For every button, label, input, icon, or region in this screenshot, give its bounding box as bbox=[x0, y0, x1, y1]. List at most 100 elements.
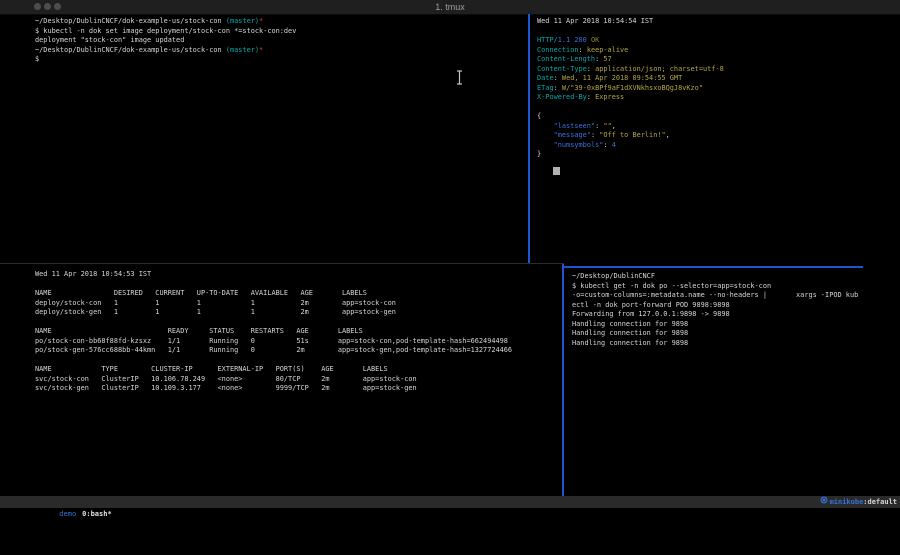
kube-context-label[interactable]: minikube bbox=[830, 496, 864, 508]
text-run: : bbox=[603, 141, 611, 149]
text-run: (master) bbox=[226, 17, 259, 25]
terminal-line bbox=[537, 103, 900, 113]
terminal-line: svc/stock-gen ClusterIP 10.109.3.177 <no… bbox=[35, 384, 597, 394]
text-run: Forwarding from 127.0.0.1:9898 -> 9898 bbox=[572, 310, 730, 318]
text-run: Content-Type bbox=[537, 65, 587, 73]
pane-port-forward-bottom-right[interactable]: ~/Desktop/DublinCNCF $ kubectl get -n dok… bbox=[564, 268, 900, 500]
text-run: : bbox=[554, 84, 562, 92]
kube-namespace-label[interactable]: :default bbox=[863, 496, 897, 508]
terminal-line: } bbox=[537, 150, 900, 160]
text-run: Content-Length bbox=[537, 55, 595, 63]
terminal-line: Date: Wed, 11 Apr 2018 09:54:55 GMT bbox=[537, 74, 900, 84]
text-run: $ kubectl get -n dok po --selector=app=s… bbox=[572, 282, 771, 290]
text-run: , bbox=[666, 131, 670, 139]
text-run: Date bbox=[537, 74, 554, 82]
status-left: demo 0:bash* bbox=[34, 496, 112, 532]
pane-divider-horizontal-right[interactable] bbox=[564, 266, 863, 268]
pane-divider-horizontal-left[interactable] bbox=[0, 263, 564, 264]
text-run: 57 bbox=[603, 55, 611, 63]
tmux-status-bar: demo0:bash* minikube:default bbox=[0, 496, 900, 508]
text-run: svc/stock-gen ClusterIP 10.109.3.177 <no… bbox=[35, 384, 417, 392]
terminal-line: "numsymbols": 4 bbox=[537, 141, 900, 151]
terminal-line: X-Powered-By: Express bbox=[537, 93, 900, 103]
text-run: deploy/stock-gen 1 1 1 1 2m app=stock-ge… bbox=[35, 308, 396, 316]
text-run: "message" bbox=[554, 131, 591, 139]
window-title: 1. tmux bbox=[0, 0, 900, 14]
text-run: Wed 11 Apr 2018 10:54:54 IST bbox=[537, 17, 653, 25]
text-run: application/json; charset=utf-8 bbox=[595, 65, 724, 73]
text-run: "" bbox=[603, 122, 611, 130]
terminal-line: deploy/stock-con 1 1 1 1 2m app=stock-co… bbox=[35, 299, 597, 309]
text-run: po/stock-gen-576cc688bb-44kmn 1/1 Runnin… bbox=[35, 346, 512, 354]
text-run: "lastseen" bbox=[554, 122, 596, 130]
text-run: * bbox=[259, 17, 263, 25]
terminal-line: HTTP/1.1 200 OK bbox=[537, 36, 900, 46]
window-titlebar[interactable]: 1. tmux bbox=[0, 0, 900, 15]
terminal-line: Handling connection for 9898 bbox=[572, 339, 900, 349]
terminal-line: ETag: W/"39-0xBPf9aF1dXVNkhsxoBQgJ8vKzo" bbox=[537, 84, 900, 94]
text-run: $ bbox=[35, 55, 39, 63]
text-run: (master) bbox=[226, 46, 259, 54]
pane-divider-vertical-bottom[interactable] bbox=[562, 264, 564, 496]
text-run: : bbox=[554, 74, 562, 82]
terminal-line bbox=[35, 280, 597, 290]
text-run: Wed 11 Apr 2018 10:54:53 IST bbox=[35, 270, 151, 278]
terminal-cursor bbox=[553, 167, 560, 175]
text-run: Express bbox=[595, 93, 624, 101]
terminal-line: NAME DESIRED CURRENT UP-TO-DATE AVAILABL… bbox=[35, 289, 597, 299]
terminal-line: Content-Length: 57 bbox=[537, 55, 900, 65]
status-right: minikube:default bbox=[786, 496, 897, 508]
terminal-line: Wed 11 Apr 2018 10:54:54 IST bbox=[537, 17, 900, 27]
mouse-ibeam-cursor-icon bbox=[456, 70, 463, 89]
text-run: ~/Desktop/DublinCNCF bbox=[572, 272, 655, 280]
terminal-line: ectl -n dok port-forward POD 9898:9898 bbox=[572, 301, 900, 311]
text-run: Wed, 11 Apr 2018 09:54:55 GMT bbox=[562, 74, 682, 82]
terminal-line: Wed 11 Apr 2018 10:54:53 IST bbox=[35, 270, 597, 280]
terminal-line bbox=[537, 27, 900, 37]
text-run: keep-alive bbox=[587, 46, 629, 54]
terminal-line: ~/Desktop/DublinCNCF bbox=[572, 272, 900, 282]
text-run: Handling connection for 9898 bbox=[572, 339, 688, 347]
terminal-line: $ kubectl get -n dok po --selector=app=s… bbox=[572, 282, 900, 292]
terminal-line bbox=[35, 356, 597, 366]
text-run: NAME TYPE CLUSTER-IP EXTERNAL-IP PORT(S)… bbox=[35, 365, 388, 373]
terminal-line bbox=[35, 318, 597, 328]
text-run: svc/stock-con ClusterIP 10.106.78.249 <n… bbox=[35, 375, 417, 383]
text-run bbox=[537, 122, 554, 130]
terminal-line: NAME READY STATUS RESTARTS AGE LABELS bbox=[35, 327, 597, 337]
text-run: NAME DESIRED CURRENT UP-TO-DATE AVAILABL… bbox=[35, 289, 367, 297]
pane-kubectl-watch-bottom-left[interactable]: Wed 11 Apr 2018 10:54:53 IST NAME DESIRED… bbox=[0, 265, 597, 501]
text-run: OK bbox=[591, 36, 599, 44]
text-run: * bbox=[259, 46, 263, 54]
tmux-window-tab[interactable]: 0:bash* bbox=[82, 510, 112, 518]
terminal-line: "message": "Off to Berlin!", bbox=[537, 131, 900, 141]
text-run: X-Powered-By bbox=[537, 93, 587, 101]
terminal-line: po/stock-gen-576cc688bb-44kmn 1/1 Runnin… bbox=[35, 346, 597, 356]
pane-http-response-top-right[interactable]: Wed 11 Apr 2018 10:54:54 IST HTTP/1.1 200… bbox=[530, 14, 900, 267]
text-run: ~/Desktop/DublinCNCF/dok-example-us/stoc… bbox=[35, 17, 226, 25]
pane-shell-top-left[interactable]: ~/Desktop/DublinCNCF/dok-example-us/stoc… bbox=[0, 14, 563, 267]
tmux-session-name[interactable]: demo bbox=[59, 510, 76, 518]
text-run: } bbox=[537, 150, 541, 158]
terminal-line: NAME TYPE CLUSTER-IP EXTERNAL-IP PORT(S)… bbox=[35, 365, 597, 375]
terminal-line: $ bbox=[35, 55, 563, 65]
terminal-line: ~/Desktop/DublinCNCF/dok-example-us/stoc… bbox=[35, 17, 563, 27]
text-run: : bbox=[587, 93, 595, 101]
text-run: : bbox=[587, 65, 595, 73]
text-run: ectl -n dok port-forward POD 9898:9898 bbox=[572, 301, 730, 309]
pane-divider-vertical-top[interactable] bbox=[528, 14, 530, 264]
text-run: 4 bbox=[612, 141, 616, 149]
terminal-line: po/stock-con-bb68f88fd-kzsxz 1/1 Running… bbox=[35, 337, 597, 347]
text-run: W/"39-0xBPf9aF1dXVNkhsxoBQgJ8vKzo" bbox=[562, 84, 703, 92]
text-run bbox=[537, 131, 554, 139]
kubernetes-wheel-icon bbox=[786, 484, 828, 520]
terminal-line: -o=custom-columns=:metadata.name --no-he… bbox=[572, 291, 900, 301]
text-run: 1.1 200 bbox=[558, 36, 587, 44]
text-run: deploy/stock-con 1 1 1 1 2m app=stock-co… bbox=[35, 299, 396, 307]
terminal-line: deployment "stock-con" image updated bbox=[35, 36, 563, 46]
text-run: ETag bbox=[537, 84, 554, 92]
terminal-line: svc/stock-con ClusterIP 10.106.78.249 <n… bbox=[35, 375, 597, 385]
text-run: -o=custom-columns=:metadata.name --no-he… bbox=[572, 291, 858, 299]
terminal-line: deploy/stock-gen 1 1 1 1 2m app=stock-ge… bbox=[35, 308, 597, 318]
text-run: Connection bbox=[537, 46, 579, 54]
